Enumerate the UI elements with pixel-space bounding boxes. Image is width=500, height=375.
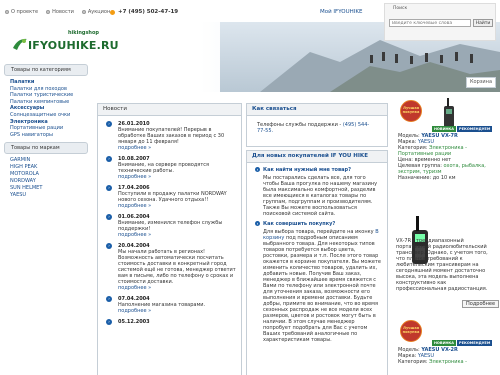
contact-text: Телефоны службы поддержки - (495) 544-77… [257, 122, 370, 134]
category-link[interactable]: Палатки туристические [10, 92, 73, 98]
new-buyers-title: Для новых покупателей IF YOU HIKE [247, 151, 387, 163]
left-sidebar: Товары по категориям Палатки Палатки для… [0, 64, 92, 199]
category-heading[interactable]: Электроника [10, 119, 92, 126]
brand-link[interactable]: SUN HELMET [10, 185, 42, 191]
brand-list: GARMIN HIGH PEAK MOTOROLA NORDWAY SUN HE… [0, 157, 92, 199]
logo-text: IFYOUHIKE.RU [28, 39, 119, 52]
brand-link[interactable]: NORDWAY [10, 178, 36, 184]
best-buy-badge: Лучшая покупка [400, 320, 422, 342]
news-text: Мы начали работать в регионах! Возможнос… [118, 249, 236, 285]
top-link-auction[interactable]: Аукцион [81, 9, 110, 15]
category-link[interactable]: Солнцезащитные очки [10, 112, 70, 118]
news-item: › 17.04.2006 Поступили в продажу палатки… [98, 185, 241, 209]
brand-link[interactable]: HIGH PEAK [10, 164, 37, 170]
categories-title: Товары по категориям [4, 64, 88, 76]
arrow-right-icon: › [106, 243, 112, 249]
news-item: › 20.04.2004 Мы начали работать в регион… [98, 243, 241, 291]
product-card: Лучшая покупка НОВИНКА РЕКОМЕНДУЕМ Модел… [392, 312, 500, 375]
news-item: › 05.12.2003 [98, 319, 241, 325]
brand-link[interactable]: GARMIN [10, 157, 30, 163]
tag-recommend: РЕКОМЕНДУЕМ [457, 340, 493, 346]
product-info: Модель: YAESU VX-7R Марка: YAESU Категор… [398, 133, 486, 181]
top-link-news[interactable]: Новости [46, 9, 74, 15]
bullet-icon [81, 10, 86, 14]
top-link-about[interactable]: О проекте [5, 9, 38, 15]
product-description: VX-7R - трехдиапазонный портативный ради… [396, 238, 488, 292]
arrow-right-icon: › [255, 221, 260, 226]
news-more-link[interactable]: подробнее » [118, 308, 237, 314]
news-more-link[interactable]: подробнее » [118, 203, 237, 209]
best-buy-badge: Лучшая покупка [400, 100, 422, 122]
bullet-icon [46, 10, 51, 14]
arrow-right-icon: › [106, 185, 112, 191]
faq-answer: Мы постарались сделать все, для того что… [263, 175, 378, 217]
product-more-button[interactable]: Подробнее [462, 300, 500, 308]
arrow-right-icon: › [106, 296, 112, 302]
product-tags: НОВИНКА РЕКОМЕНДУЕМ [432, 126, 493, 132]
news-item: › 26.01.2010 Внимание покупателей! Перер… [98, 121, 241, 151]
tag-new: НОВИНКА [432, 340, 457, 346]
logo-tagline: hikingshop [68, 30, 100, 36]
phone-icon [110, 9, 115, 15]
news-item: › 10.08.2007 Внимание, на сервере провод… [98, 156, 241, 180]
faq-answer: Для выбора товара, перейдите на иконку В… [263, 229, 381, 343]
news-item: › 01.06.2004 Внимание, изменился телефон… [98, 214, 241, 238]
basket-button[interactable]: Корзина [466, 77, 496, 88]
search-label: Поиск [393, 6, 408, 11]
product-range: до 10 км [432, 175, 456, 181]
product-card: Лучшая покупка НОВИНКА РЕКОМЕНДУЕМ Модел… [392, 92, 500, 264]
category-link[interactable]: Палатки для походов [10, 86, 67, 92]
category-link[interactable]: Портативные рации [10, 125, 63, 131]
news-panel: Новости › 26.01.2010 Внимание покупателе… [97, 103, 242, 375]
arrow-right-icon: › [106, 156, 112, 162]
product-tags: НОВИНКА РЕКОМЕНДУЕМ [432, 340, 493, 346]
search-input[interactable] [389, 19, 471, 27]
category-list: Палатки Палатки для походов Палатки тури… [0, 79, 92, 138]
news-text: Внимание, изменился телефон службы подде… [118, 220, 223, 232]
bullet-icon [5, 10, 9, 14]
tag-recommend: РЕКОМЕНДУЕМ [457, 126, 493, 132]
logo-swoosh-icon [13, 38, 27, 50]
faq-question[interactable]: › Как совершить покупку? [255, 221, 381, 227]
brand-link[interactable]: YAESU [10, 192, 26, 198]
news-date: 05.12.2003 [118, 319, 150, 325]
news-more-link[interactable]: подробнее » [118, 174, 237, 180]
site-logo[interactable]: IFYOUHIKE.RU hikingshop [12, 30, 119, 52]
news-text: Поступили в продажу палатки NORDWAY ново… [118, 191, 227, 203]
news-more-link[interactable]: подробнее » [118, 232, 237, 238]
category-link[interactable]: GPS навигаторы [10, 132, 53, 138]
header-phone: +7 (495) 502-47-19 [110, 9, 178, 15]
product-info: Модель: YAESU VX-2R Марка: YAESU Категор… [398, 347, 467, 365]
arrow-right-icon: › [106, 214, 112, 220]
arrow-right-icon: › [106, 319, 112, 325]
brand-link[interactable]: MOTOROLA [10, 171, 39, 177]
category-link[interactable]: Палатки кемпинговые [10, 99, 69, 105]
featured-products: Лучшая покупка НОВИНКА РЕКОМЕНДУЕМ Модел… [392, 92, 500, 375]
category-heading[interactable]: Аксессуары [10, 105, 92, 112]
tag-new: НОВИНКА [432, 126, 457, 132]
news-item: › 07.04.2004 Наполнение магазина товарам… [98, 296, 241, 314]
product-category-link[interactable]: Электроника - [429, 359, 467, 365]
news-text: Внимание, на сервере проводятся техничес… [118, 162, 209, 174]
news-more-link[interactable]: подробнее » [118, 285, 237, 291]
new-buyers-panel: Для новых покупателей IF YOU HIKE › Как н… [246, 150, 388, 375]
search-panel: Поиск Найти [384, 3, 496, 41]
search-button[interactable]: Найти [473, 19, 493, 27]
arrow-right-icon: › [106, 121, 112, 127]
faq-item: › Как найти нужный мне товар? Мы постарал… [247, 163, 387, 217]
faq-question[interactable]: › Как найти нужный мне товар? [255, 167, 381, 173]
my-account-link[interactable]: Мой IFYOUHIKE [320, 9, 362, 15]
contact-panel: Как связаться Телефоны службы поддержки … [246, 103, 388, 147]
brands-title: Товары по маркам [4, 142, 88, 155]
top-links: О проекте Новости Аукцион [5, 9, 110, 15]
contact-title: Как связаться [247, 104, 387, 116]
news-title: Новости [98, 104, 241, 116]
arrow-right-icon: › [255, 167, 260, 172]
news-text: Внимание покупателей! Перерыв в обработк… [118, 127, 225, 145]
category-heading[interactable]: Палатки [10, 79, 92, 86]
faq-item: › Как совершить покупку? Для выбора товар… [247, 217, 387, 343]
news-more-link[interactable]: подробнее » [118, 145, 237, 151]
